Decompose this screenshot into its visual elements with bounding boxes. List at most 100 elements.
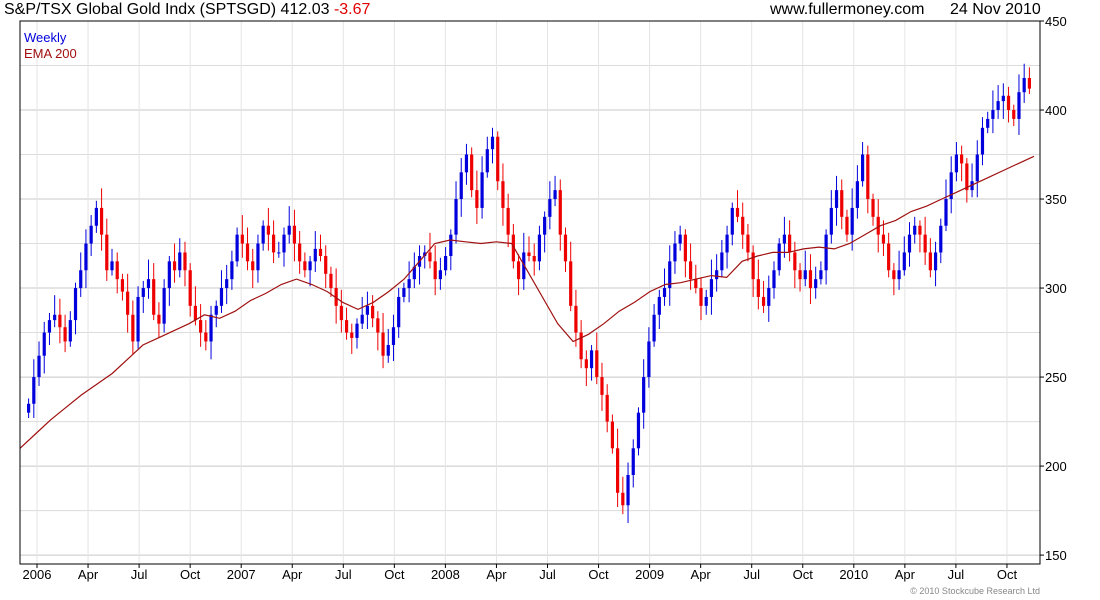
candle-body — [402, 288, 406, 297]
y-tick-label: 350 — [1045, 192, 1067, 207]
candle-body — [605, 394, 609, 422]
x-tick-label: 2006 — [23, 567, 52, 582]
candle-body — [626, 474, 630, 506]
legend-ema: EMA 200 — [24, 46, 77, 61]
candle-body — [850, 207, 854, 235]
candle-body — [42, 332, 46, 356]
x-tick-label: Apr — [895, 567, 916, 582]
candle-body — [735, 207, 740, 217]
candle-body — [209, 314, 213, 342]
candle-body — [652, 314, 656, 342]
candle-body — [975, 154, 979, 182]
price-chart: 150 200 250 300 350 400 450 2006 Apr Jul Oct 2007 A… — [19, 14, 1067, 582]
candle-body — [589, 350, 594, 369]
candle-body — [543, 216, 547, 235]
candle-body — [110, 261, 114, 271]
candle-body — [167, 261, 171, 289]
candle-body — [965, 163, 969, 191]
candle-body — [89, 225, 93, 244]
candle-body — [1027, 77, 1031, 89]
candle-body — [350, 332, 354, 338]
candle-body — [730, 207, 734, 235]
candle-body — [803, 270, 807, 280]
candle-body — [892, 270, 896, 280]
candle-body — [569, 261, 573, 306]
candle-body — [37, 355, 41, 378]
x-tick-label: Oct — [384, 567, 405, 582]
candle-body — [662, 288, 667, 297]
candle-body — [214, 305, 218, 315]
candle-body — [595, 350, 599, 378]
candle-body — [99, 207, 104, 235]
candle-body — [251, 261, 255, 271]
candle-body — [79, 270, 83, 289]
candle-body — [58, 314, 62, 328]
candle-body — [308, 261, 312, 271]
candle-body — [845, 216, 849, 235]
candle-body — [136, 296, 140, 342]
y-tick-label: 250 — [1045, 370, 1067, 385]
candle-body — [715, 270, 719, 280]
candle-body — [131, 314, 135, 342]
candle-body — [444, 256, 448, 271]
candle-body — [788, 234, 792, 253]
candle-body — [829, 207, 833, 235]
candle-body — [344, 320, 349, 333]
plot-frame — [19, 20, 1041, 565]
candle-body — [881, 234, 886, 244]
candle-body — [537, 234, 542, 262]
candle-body — [433, 261, 437, 280]
candle-body — [204, 332, 208, 342]
candle-body — [741, 216, 745, 235]
candle-body — [506, 207, 510, 235]
y-tick-label: 400 — [1045, 103, 1067, 118]
candle-body — [298, 243, 302, 262]
candle-body — [553, 190, 557, 200]
y-tick-label: 300 — [1045, 281, 1067, 296]
candle-body — [1022, 77, 1026, 93]
candle-body — [63, 327, 67, 342]
candle-body — [746, 234, 750, 253]
candle-body — [240, 234, 244, 244]
candle-body — [657, 296, 661, 315]
candle-body — [53, 314, 57, 321]
candle-body — [303, 261, 307, 271]
candle-body — [271, 234, 276, 253]
x-tick-label: Apr — [282, 567, 303, 582]
candle-body — [324, 256, 328, 274]
candle-body — [954, 154, 959, 173]
candle-body — [475, 190, 479, 208]
candle-body — [360, 314, 364, 324]
candle-body — [767, 288, 771, 306]
x-tick-label: 2010 — [839, 567, 868, 582]
candle-body — [610, 421, 614, 449]
candle-body — [391, 327, 396, 346]
ema-200-line — [19, 155, 1035, 449]
candle-body — [558, 190, 562, 235]
x-tick-label: 2009 — [635, 567, 664, 582]
candle-body — [381, 332, 385, 356]
candle-body — [73, 288, 78, 321]
candle-body — [225, 279, 229, 289]
candle-body — [193, 305, 198, 321]
candle-body — [527, 252, 531, 257]
x-tick-label: Apr — [78, 567, 99, 582]
candle-body — [1012, 110, 1016, 119]
candle-body — [1001, 95, 1005, 102]
candle-body — [68, 320, 72, 342]
candle-body — [642, 377, 646, 413]
candle-body — [287, 225, 291, 235]
x-tick-label: Oct — [588, 567, 609, 582]
candle-body — [600, 377, 604, 395]
candle-body — [115, 261, 119, 280]
candle-body — [996, 101, 1000, 111]
candle-body — [574, 305, 578, 333]
candle-body — [923, 234, 927, 253]
candle-body — [256, 243, 260, 271]
candle-body — [928, 252, 932, 271]
candle-body — [782, 234, 787, 244]
x-tick-label: Oct — [180, 567, 201, 582]
candle-body — [365, 305, 370, 315]
candle-body — [219, 288, 224, 306]
candle-body — [772, 270, 776, 289]
